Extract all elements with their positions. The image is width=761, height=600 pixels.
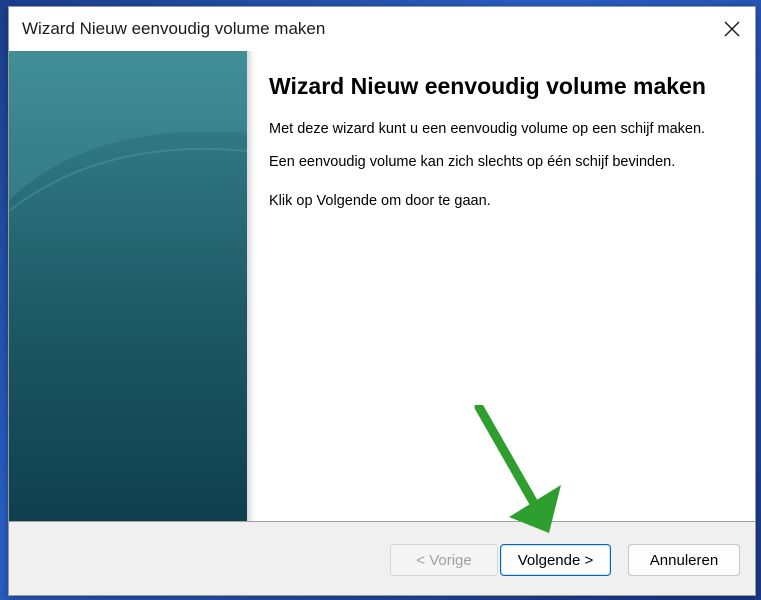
close-icon: [724, 21, 740, 37]
wizard-main-panel: Wizard Nieuw eenvoudig volume maken Met …: [269, 71, 739, 212]
next-button[interactable]: Volgende >: [500, 544, 611, 576]
wizard-window: Wizard Nieuw eenvoudig volume maken Wiza…: [8, 6, 756, 596]
intro-paragraph: Met deze wizard kunt u een eenvoudig vol…: [269, 121, 706, 137]
wizard-heading: Wizard Nieuw eenvoudig volume maken: [269, 73, 706, 99]
wizard-content: Wizard Nieuw eenvoudig volume maken Met …: [9, 51, 755, 521]
window-title: Wizard Nieuw eenvoudig volume maken: [22, 19, 326, 38]
wizard-footer: < Vorige Volgende > Annuleren: [9, 522, 755, 595]
close-button[interactable]: [709, 7, 755, 51]
back-button[interactable]: < Vorige: [390, 544, 498, 576]
instruction-paragraph: Klik op Volgende om door te gaan.: [269, 193, 491, 209]
cancel-button[interactable]: Annuleren: [628, 544, 740, 576]
title-bar: Wizard Nieuw eenvoudig volume maken: [9, 7, 755, 51]
banner-divider: [247, 51, 255, 521]
wizard-side-banner: [9, 51, 247, 521]
info-paragraph: Een eenvoudig volume kan zich slechts op…: [269, 154, 676, 170]
